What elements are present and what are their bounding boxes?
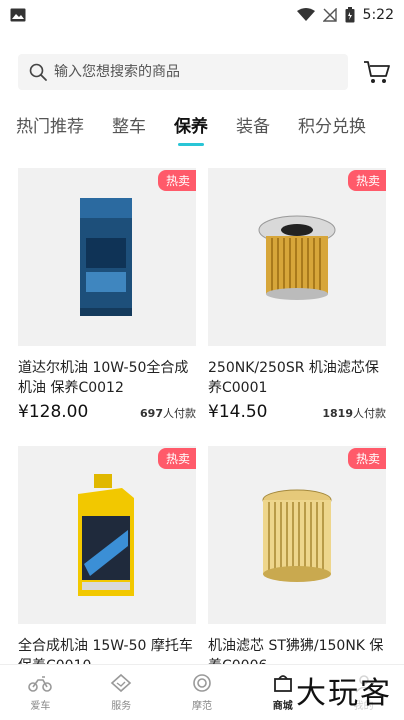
product-price: ¥14.50	[208, 402, 268, 422]
category-tabs: 热门推荐 整车 保养 装备 积分兑换	[0, 112, 404, 152]
nav-label: 摩范	[191, 701, 212, 712]
nav-label: 爱车	[30, 701, 51, 712]
sales-count: 697	[140, 407, 163, 420]
tab-points-exchange[interactable]: 积分兑换	[298, 112, 366, 146]
nav-item-car[interactable]: 爱车	[0, 665, 81, 720]
wifi-icon	[296, 8, 315, 22]
watermark-logo: 大玩客	[296, 668, 392, 712]
tab-gear[interactable]: 装备	[236, 112, 270, 146]
no-signal-icon	[322, 8, 337, 22]
tab-hot[interactable]: 热门推荐	[16, 112, 84, 146]
sales-suffix: 人付款	[163, 407, 196, 420]
tab-maintenance[interactable]: 保养	[174, 112, 208, 146]
hot-badge: 热卖	[347, 448, 386, 469]
oil-filter-icon	[258, 215, 336, 300]
battery-icon	[345, 7, 355, 23]
sales-suffix: 人付款	[353, 407, 386, 420]
product-price: ¥128.00	[18, 402, 89, 422]
product-image: 热卖	[18, 446, 196, 624]
product-card[interactable]: 热卖 道达尔机油 10W-50全合成机油 保养C0012 ¥128.00 697…	[18, 168, 196, 422]
tab-vehicle[interactable]: 整车	[112, 112, 146, 146]
status-time: 5:22	[362, 7, 394, 23]
nav-label: 服务	[111, 701, 132, 712]
cart-icon[interactable]	[362, 58, 392, 86]
motor-oil-bottle-icon	[80, 198, 132, 316]
product-image: 热卖	[208, 446, 386, 624]
hot-badge: 热卖	[157, 448, 196, 469]
product-card[interactable]: 热卖 全合成机油 15W-50 摩托车保养C0010	[18, 446, 196, 676]
search-box[interactable]	[18, 54, 348, 90]
hot-badge: 热卖	[347, 170, 386, 191]
search-icon	[29, 63, 47, 81]
hot-badge: 热卖	[157, 170, 196, 191]
nav-label: 商城	[272, 701, 293, 712]
search-row	[18, 52, 392, 92]
motor-oil-bottle-icon	[78, 474, 134, 596]
nav-item-mofan[interactable]: 摩范	[162, 665, 243, 720]
product-card[interactable]: 热卖 机油滤芯 ST狒狒/150NK 保养C0006	[208, 446, 386, 676]
nav-item-service[interactable]: 服务	[81, 665, 162, 720]
product-card[interactable]: 热卖 250NK/250SR 机油滤芯保养C0001 ¥14.50 1819人付…	[208, 168, 386, 422]
sales-count: 1819	[322, 407, 353, 420]
motorcycle-icon	[28, 676, 53, 692]
target-icon	[193, 674, 211, 692]
heart-diamond-icon	[110, 673, 132, 693]
product-title: 250NK/250SR 机油滤芯保养C0001	[208, 360, 379, 396]
product-title: 道达尔机油 10W-50全合成机油 保养C0012	[18, 360, 189, 396]
shop-icon	[273, 675, 292, 692]
gallery-icon	[10, 8, 26, 22]
search-input[interactable]	[54, 64, 324, 80]
product-image: 热卖	[18, 168, 196, 346]
product-image: 热卖	[208, 168, 386, 346]
oil-filter-icon	[262, 489, 332, 582]
status-bar: 5:22	[0, 0, 404, 30]
